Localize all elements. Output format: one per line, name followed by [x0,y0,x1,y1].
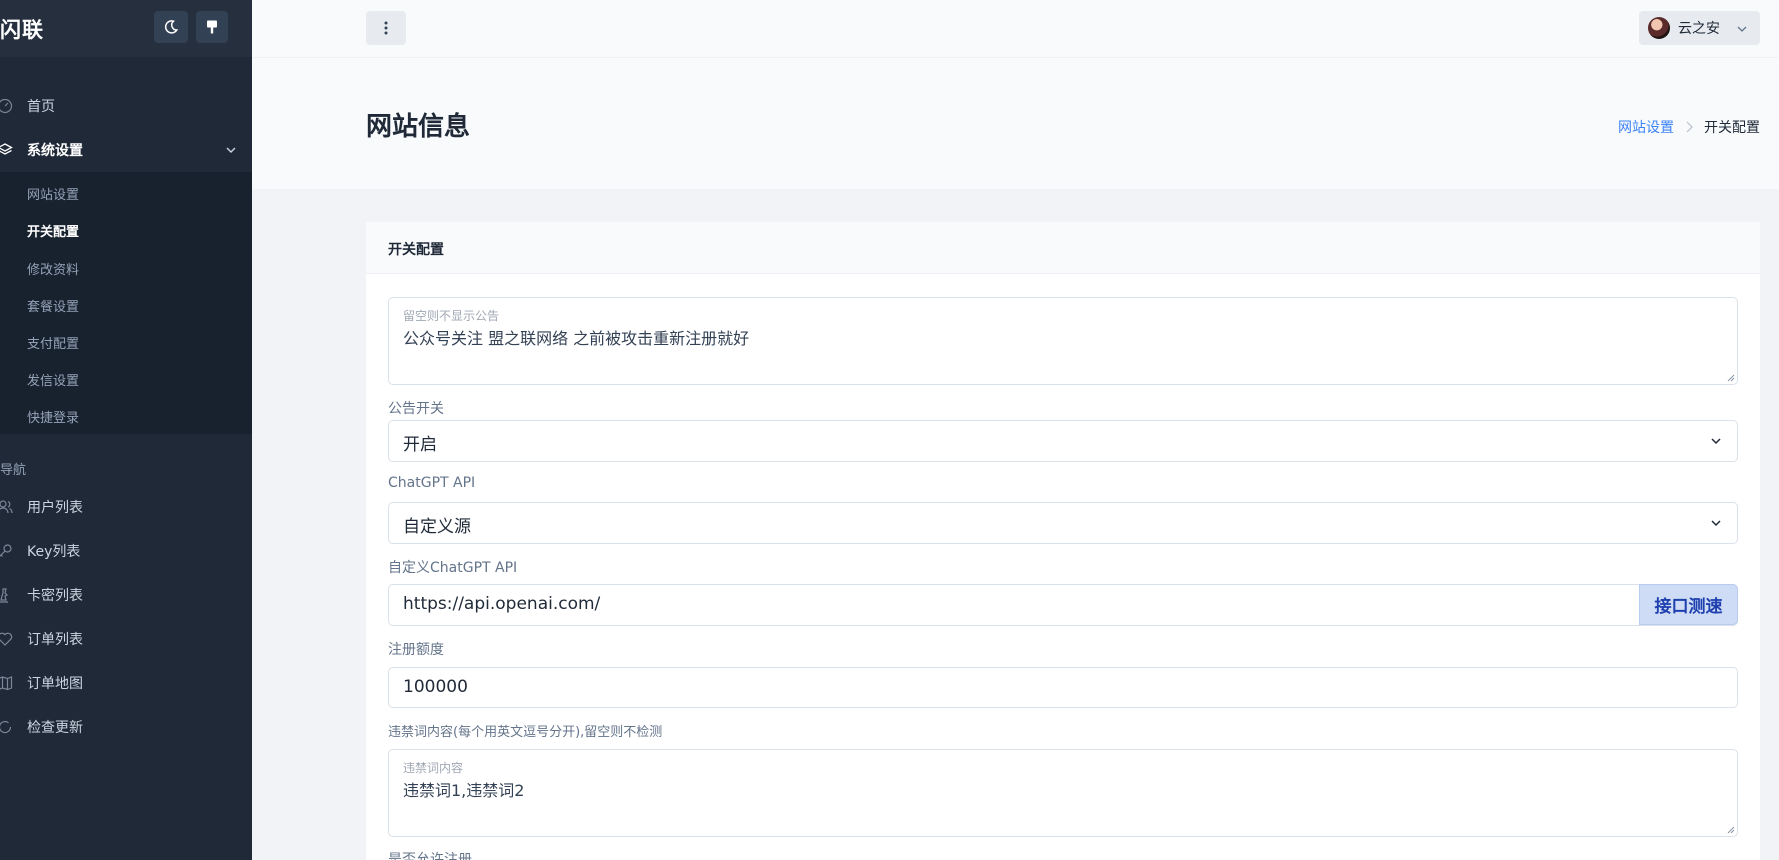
sidebar-item-label: Key列表 [27,544,81,560]
users-icon [0,499,27,515]
system-settings-submenu: 网站设置 开关配置 修改资料 套餐设置 支付配置 发信设置 快捷登录 [0,172,252,434]
announcement-switch-value: 开启 [403,435,437,455]
chevron-down-icon [1711,438,1721,445]
brush-button[interactable] [196,11,228,43]
chatgpt-api-value: 自定义源 [403,517,471,537]
vertical-dots-icon [384,21,388,35]
register-quota-input[interactable]: 100000 [388,667,1738,708]
chatgpt-api-label: ChatGPT API [388,475,476,491]
submenu-item-mail-settings[interactable]: 发信设置 [27,370,79,389]
breadcrumb: 网站设置 开关配置 [1618,117,1760,137]
page-header: 网站信息 网站设置 开关配置 [252,57,1779,189]
sidebar-item-cards[interactable]: 卡密列表 [0,575,252,615]
top-bar: 云之安 [252,0,1779,57]
card-title: 开关配置 [388,242,444,258]
sidebar-item-check-update[interactable]: 检查更新 [0,707,252,747]
submenu-item-edit-profile[interactable]: 修改资料 [27,259,79,278]
sidebar-item-users[interactable]: 用户列表 [0,487,252,527]
sidebar-item-home[interactable]: 首页 [0,86,252,126]
submenu-item-switch-config[interactable]: 开关配置 [27,221,79,240]
register-quota-value: 100000 [403,677,468,697]
resize-handle-icon[interactable] [1726,373,1735,382]
sidebar: 闪联 首页 系统设置 网站设置 开关配置 修改资料 套餐设置 支付配置 发信设置… [0,0,252,860]
submenu-item-site-settings[interactable]: 网站设置 [27,184,79,203]
moon-icon [164,20,179,34]
chevron-right-icon [1686,121,1693,133]
key-icon [0,543,27,559]
more-menu-button[interactable] [366,11,406,45]
brand-logo[interactable]: 闪联 [0,14,44,44]
sidebar-item-keys[interactable]: Key列表 [0,531,252,571]
banned-words-value: 违禁词1,违禁词2 [403,781,525,800]
announcement-switch-label: 公告开关 [388,401,444,417]
chevron-down-icon [1737,26,1747,32]
sidebar-item-system-settings[interactable]: 系统设置 [0,130,252,170]
sidebar-item-label: 检查更新 [27,720,83,736]
allow-register-label: 是否允许注册 [388,852,472,860]
sidebar-item-label: 首页 [27,99,55,115]
breadcrumb-current: 开关配置 [1704,120,1760,136]
announcement-value: 公众号关注 盟之联网络 之前被攻击重新注册就好 [403,329,750,348]
chevron-down-icon [226,147,236,153]
sidebar-item-order-map[interactable]: 订单地图 [0,663,252,703]
chevron-down-icon [1711,520,1721,527]
gauge-icon [0,98,27,114]
user-name: 云之安 [1678,21,1720,37]
api-speed-test-button[interactable]: 接口测速 [1639,584,1738,625]
submenu-item-package-settings[interactable]: 套餐设置 [27,296,79,315]
layers-icon [0,142,27,158]
announcement-textarea[interactable]: 留空则不显示公告 公众号关注 盟之联网络 之前被攻击重新注册就好 [388,297,1738,385]
announcement-placeholder: 留空则不显示公告 [403,309,500,323]
chatgpt-api-select[interactable]: 自定义源 [388,502,1738,544]
avatar [1648,17,1670,39]
refresh-icon [0,719,27,735]
custom-api-label: 自定义ChatGPT API [388,560,518,576]
map-icon [0,675,27,691]
sidebar-item-label: 订单列表 [27,632,83,648]
custom-api-input[interactable]: https://api.openai.com/ 接口测速 [388,584,1738,626]
sidebar-header: 闪联 [0,0,252,57]
page-title: 网站信息 [366,112,471,142]
dark-mode-button[interactable] [154,11,188,43]
card-header: 开关配置 [366,222,1760,274]
banned-words-label: 违禁词内容(每个用英文逗号分开),留空则不检测 [388,725,663,740]
sidebar-item-label: 用户列表 [27,500,83,516]
chess-piece-icon [0,587,27,603]
sidebar-item-label: 卡密列表 [27,588,83,604]
submenu-item-quick-login[interactable]: 快捷登录 [27,407,79,426]
heart-icon [0,631,27,647]
breadcrumb-link-site-settings[interactable]: 网站设置 [1618,117,1674,137]
brush-icon [207,20,217,34]
announcement-switch-select[interactable]: 开启 [388,420,1738,462]
submenu-item-payment-config[interactable]: 支付配置 [27,333,79,352]
resize-handle-icon[interactable] [1726,825,1735,834]
banned-words-placeholder: 违禁词内容 [403,761,464,775]
sidebar-item-orders[interactable]: 订单列表 [0,619,252,659]
sidebar-item-label: 系统设置 [27,143,83,159]
user-menu-button[interactable]: 云之安 [1639,11,1760,45]
nav-section-heading: 导航 [0,463,27,478]
banned-words-textarea[interactable]: 违禁词内容 违禁词1,违禁词2 [388,749,1738,837]
custom-api-value: https://api.openai.com/ [403,594,601,614]
sidebar-item-label: 订单地图 [27,676,83,692]
register-quota-label: 注册额度 [388,642,444,658]
